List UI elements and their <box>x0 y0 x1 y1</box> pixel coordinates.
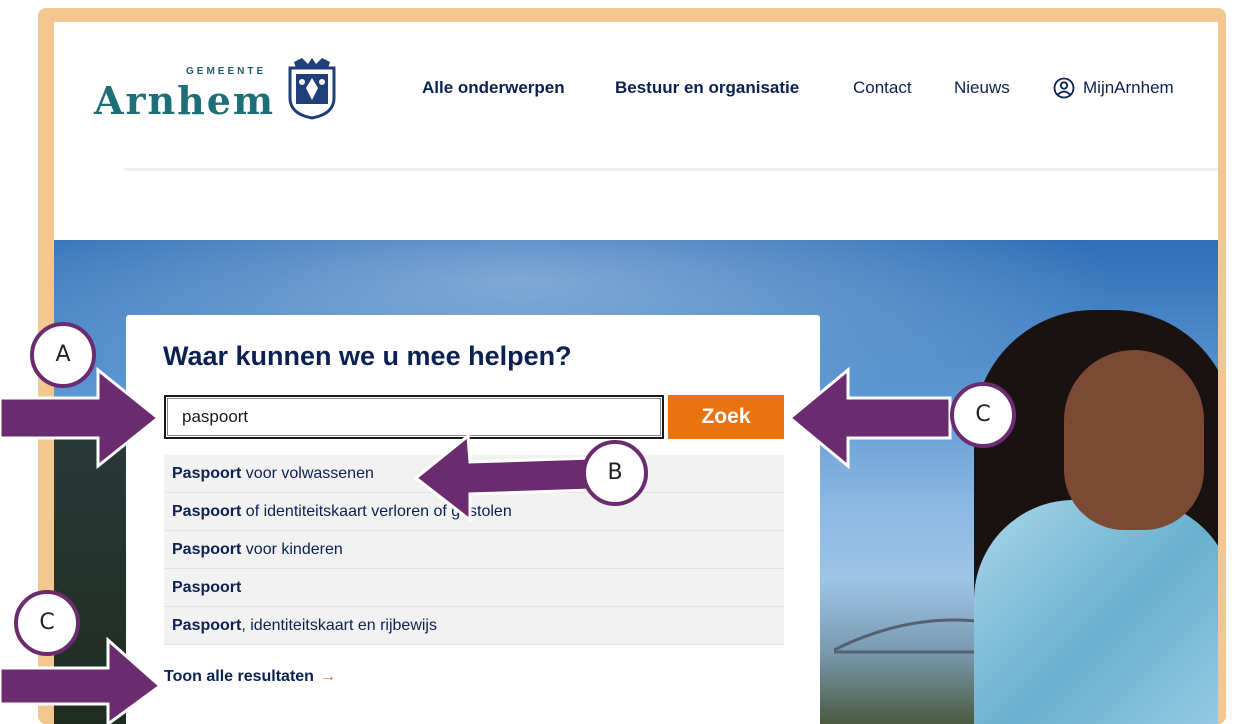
arrow-c-bottom <box>0 636 163 724</box>
callout-c-left: C <box>14 590 80 656</box>
callout-c-right: C <box>950 382 1016 448</box>
arrow-c-right <box>787 366 952 470</box>
annotation-arrows <box>0 366 952 724</box>
callout-a: A <box>30 322 96 388</box>
callout-b: B <box>582 440 648 506</box>
arrow-b <box>413 433 594 524</box>
arrow-a <box>0 366 161 470</box>
